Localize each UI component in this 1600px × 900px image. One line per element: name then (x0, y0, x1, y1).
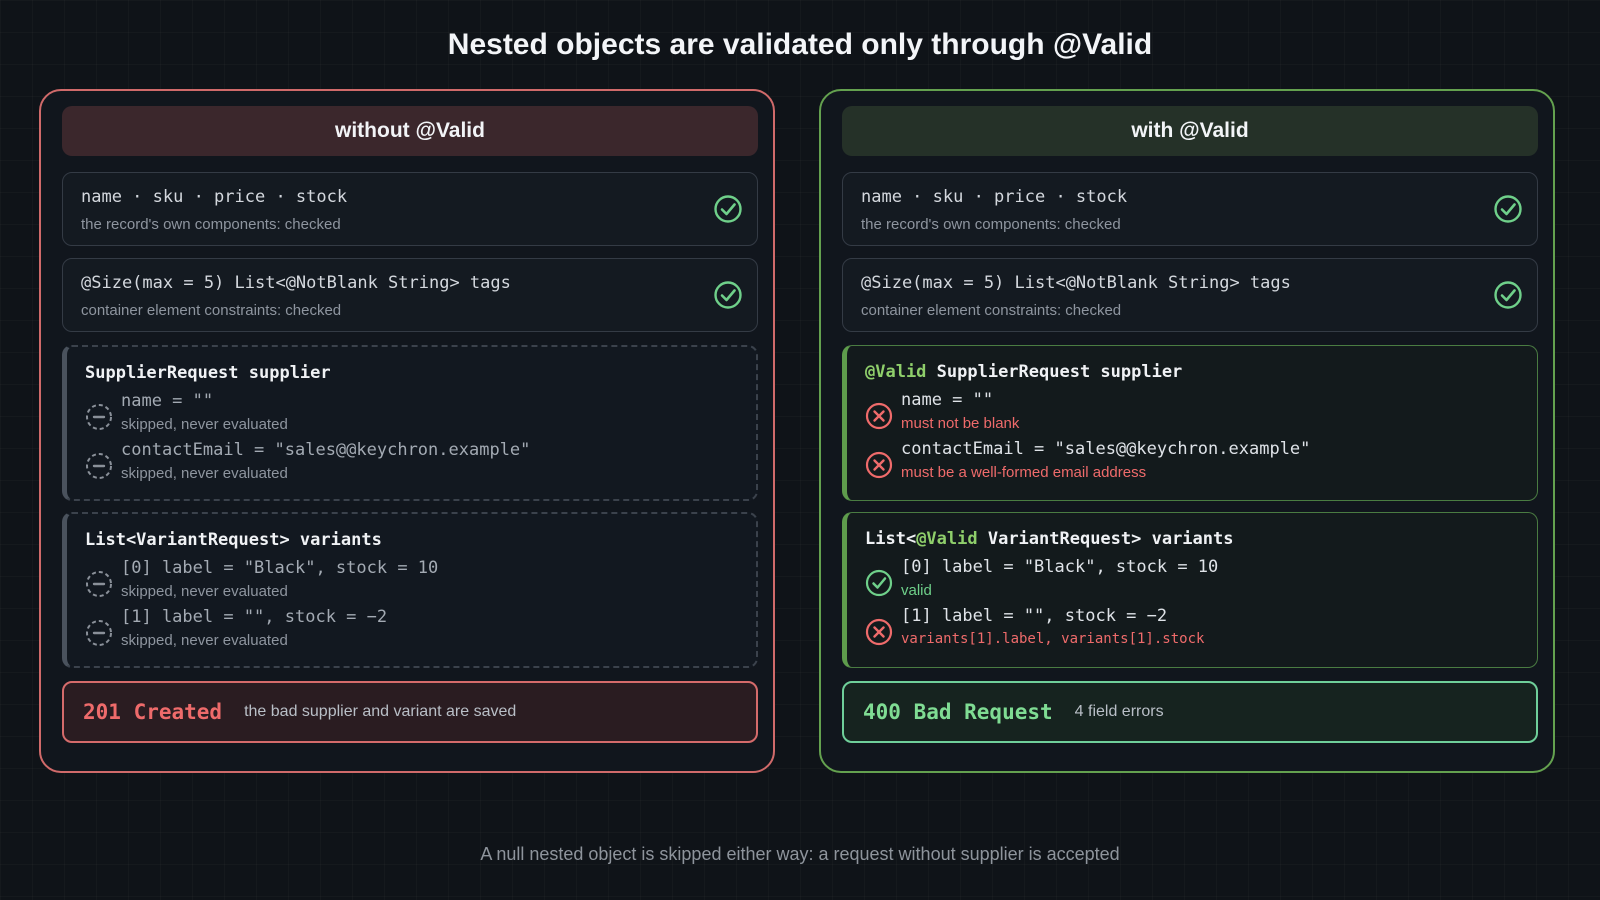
variant-1-error-paths: variants[1].label, variants[1].stock (901, 631, 1205, 647)
error-icon (865, 618, 893, 646)
record-components-code: name · sku · price · stock (861, 187, 1128, 207)
supplier-name-code: name = "" (901, 390, 994, 410)
record-components-card: name · sku · price · stock the record's … (62, 172, 758, 246)
status-created: 201 Created the bad supplier and variant… (62, 681, 758, 743)
check-icon (1493, 194, 1523, 224)
supplier-email-code: contactEmail = "sales@@keychron.example" (901, 439, 1311, 459)
variant-0-code: [0] label = "Black", stock = 10 (121, 558, 439, 578)
variants-title-prefix: List< (865, 529, 917, 549)
footnote: A null nested object is skipped either w… (480, 844, 1120, 864)
record-components-note: the record's own components: checked (861, 216, 1121, 233)
record-components-code: name · sku · price · stock (81, 187, 348, 207)
check-icon (865, 569, 893, 597)
status-description: the bad supplier and variant are saved (244, 703, 517, 720)
valid-annotation: @Valid (916, 529, 978, 549)
variants-card-title: List<VariantRequest> variants (85, 530, 382, 550)
panel-header-without-valid: without @Valid (62, 106, 758, 156)
variants-card: List<@Valid VariantRequest> variants [0]… (842, 512, 1538, 668)
panel-with-valid: with @Valid name · sku · price · stock t… (819, 89, 1555, 773)
supplier-card-title: SupplierRequest supplier (85, 363, 331, 383)
variants-card-title: List<@Valid VariantRequest> variants (865, 529, 1233, 549)
status-description: 4 field errors (1074, 703, 1164, 720)
variants-title-rest: VariantRequest> variants (977, 529, 1234, 549)
container-constraints-code: @Size(max = 5) List<@NotBlank String> ta… (861, 273, 1291, 293)
supplier-name-error: must not be blank (901, 415, 1020, 432)
container-constraints-card: @Size(max = 5) List<@NotBlank String> ta… (62, 258, 758, 332)
variant-0-note: skipped, never evaluated (121, 583, 288, 600)
skipped-icon (85, 452, 113, 480)
skipped-icon (85, 403, 113, 431)
supplier-email-error: must be a well-formed email address (901, 464, 1147, 481)
container-constraints-note: container element constraints: checked (861, 302, 1122, 319)
page-title: Nested objects are validated only throug… (447, 28, 1153, 61)
supplier-card: @Valid SupplierRequest supplier name = "… (842, 345, 1538, 501)
variant-0-status: valid (901, 582, 932, 599)
check-icon (713, 280, 743, 310)
status-code: 201 Created (83, 700, 223, 724)
variant-0-code: [0] label = "Black", stock = 10 (901, 557, 1219, 577)
record-components-card: name · sku · price · stock the record's … (842, 172, 1538, 246)
supplier-email-code: contactEmail = "sales@@keychron.example" (121, 440, 531, 460)
variant-1-code: [1] label = "", stock = −2 (121, 607, 388, 627)
container-constraints-code: @Size(max = 5) List<@NotBlank String> ta… (81, 273, 511, 293)
variant-1-code: [1] label = "", stock = −2 (901, 606, 1168, 626)
supplier-name-code: name = "" (121, 391, 214, 411)
status-code: 400 Bad Request (863, 700, 1053, 724)
status-bad-request: 400 Bad Request 4 field errors (842, 681, 1538, 743)
variant-1-note: skipped, never evaluated (121, 632, 288, 649)
variants-card: List<VariantRequest> variants [0] label … (62, 512, 758, 668)
record-components-note: the record's own components: checked (81, 216, 341, 233)
panel-without-valid: without @Valid name · sku · price · stoc… (39, 89, 775, 773)
container-constraints-card: @Size(max = 5) List<@NotBlank String> ta… (842, 258, 1538, 332)
error-icon (865, 451, 893, 479)
skipped-icon (85, 619, 113, 647)
check-icon (1493, 280, 1523, 310)
panel-header-with-valid: with @Valid (842, 106, 1538, 156)
supplier-card-title: @Valid SupplierRequest supplier (865, 362, 1182, 382)
valid-annotation: @Valid (865, 362, 927, 382)
skipped-icon (85, 570, 113, 598)
container-constraints-note: container element constraints: checked (81, 302, 342, 319)
supplier-card-title-rest: SupplierRequest supplier (926, 362, 1183, 382)
supplier-name-note: skipped, never evaluated (121, 416, 288, 433)
error-icon (865, 402, 893, 430)
check-icon (713, 194, 743, 224)
supplier-card: SupplierRequest supplier name = "" skipp… (62, 345, 758, 501)
supplier-email-note: skipped, never evaluated (121, 465, 288, 482)
